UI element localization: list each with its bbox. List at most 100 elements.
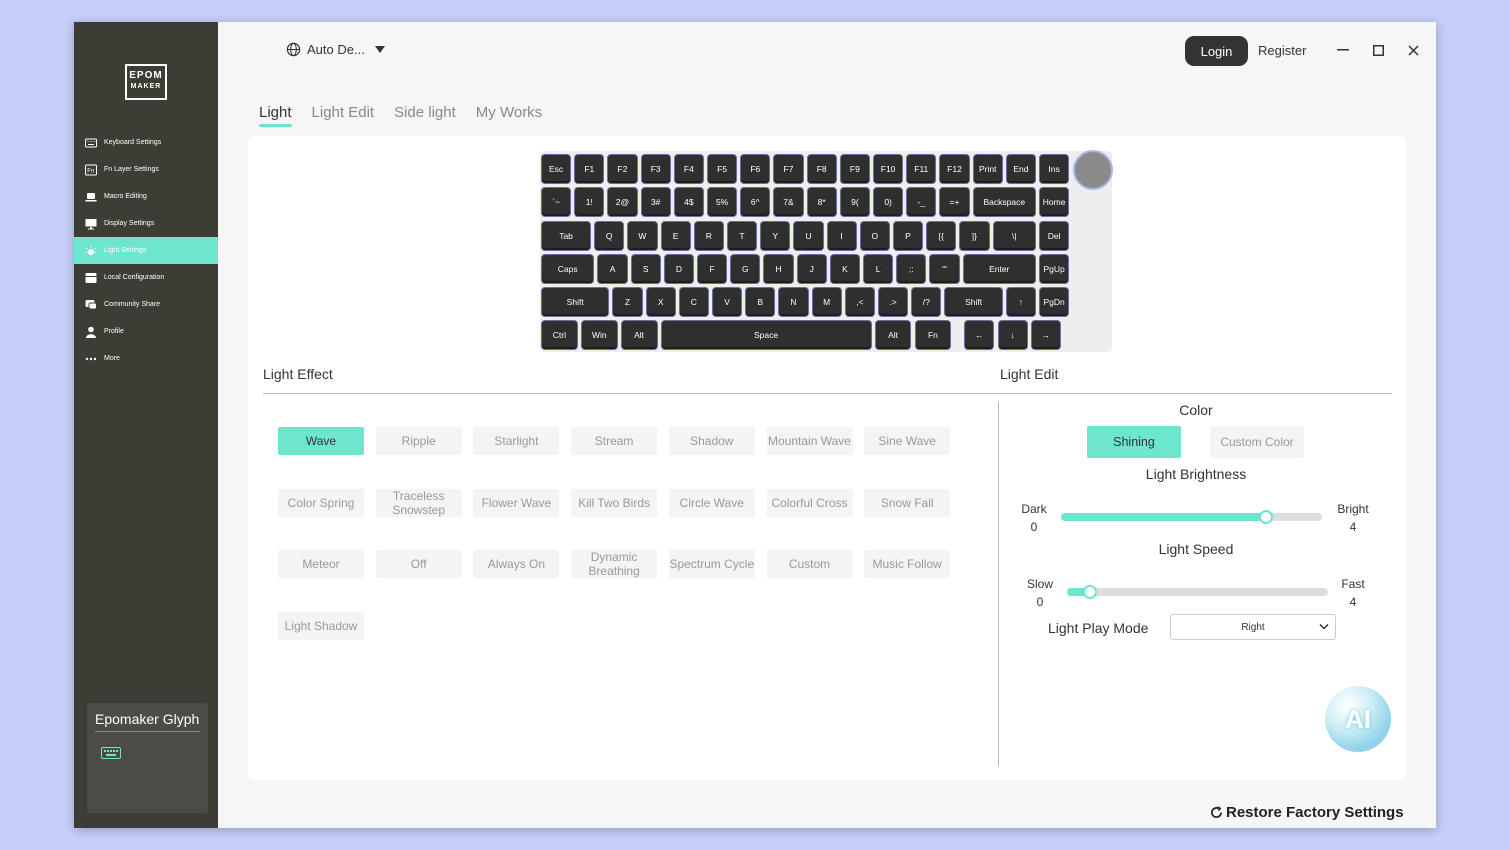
- sidebar-item-more[interactable]: More: [74, 345, 218, 372]
- key-e[interactable]: E: [660, 221, 691, 251]
- tab-my-works[interactable]: My Works: [476, 104, 542, 125]
- key-symbol[interactable]: ↑: [1005, 287, 1036, 317]
- sidebar-item-fn-layer-settings[interactable]: Fn Fn Layer Settings: [74, 156, 218, 183]
- key-n[interactable]: N: [778, 287, 809, 317]
- key-esc[interactable]: Esc: [541, 154, 572, 184]
- key-c[interactable]: C: [678, 287, 709, 317]
- play-mode-select[interactable]: Right: [1170, 614, 1336, 640]
- key-b[interactable]: B: [745, 287, 776, 317]
- key-symbol[interactable]: .>: [877, 287, 909, 317]
- key-d[interactable]: D: [663, 254, 695, 284]
- key-0[interactable]: 0): [873, 187, 904, 217]
- key-symbol[interactable]: /?: [911, 287, 942, 317]
- key-pgup[interactable]: PgUp: [1039, 254, 1070, 284]
- key-backspace[interactable]: Backspace: [972, 187, 1036, 217]
- key-f10[interactable]: F10: [873, 154, 904, 184]
- key-shift[interactable]: Shift: [541, 287, 610, 317]
- key-pgdn[interactable]: PgDn: [1039, 287, 1070, 317]
- speed-slider[interactable]: [1067, 585, 1328, 599]
- key-s[interactable]: S: [630, 254, 661, 284]
- key-f2[interactable]: F2: [607, 154, 638, 184]
- key-symbol[interactable]: →: [1030, 320, 1061, 350]
- key-win[interactable]: Win: [580, 320, 618, 350]
- sidebar-item-display-settings[interactable]: Display Settings: [74, 210, 218, 237]
- key-f1[interactable]: F1: [574, 154, 605, 184]
- key-p[interactable]: P: [892, 221, 924, 251]
- key-symbol[interactable]: ,<: [844, 287, 875, 317]
- key-i[interactable]: I: [826, 221, 857, 251]
- effect-stream[interactable]: Stream: [571, 427, 658, 455]
- tab-light[interactable]: Light: [259, 104, 292, 127]
- key-l[interactable]: L: [863, 254, 894, 284]
- minimize-button[interactable]: [1335, 38, 1351, 62]
- key-f7[interactable]: F7: [773, 154, 804, 184]
- key-x[interactable]: X: [645, 287, 676, 317]
- key-symbol[interactable]: ↓: [997, 320, 1028, 350]
- effect-sine-wave[interactable]: Sine Wave: [864, 427, 951, 455]
- close-button[interactable]: [1405, 38, 1421, 62]
- key-f5[interactable]: F5: [707, 154, 738, 184]
- key-symbol[interactable]: \|: [992, 221, 1036, 251]
- login-button[interactable]: Login: [1185, 36, 1248, 66]
- sidebar-item-community-share[interactable]: Community Share: [74, 291, 218, 318]
- effect-snow-fall[interactable]: Snow Fall: [864, 488, 951, 517]
- key-del[interactable]: Del: [1039, 221, 1070, 251]
- key-alt[interactable]: Alt: [620, 320, 658, 350]
- key-ins[interactable]: Ins: [1039, 154, 1070, 184]
- sidebar-item-macro-editing[interactable]: Macro Editing: [74, 183, 218, 210]
- effect-light-shadow[interactable]: Light Shadow: [278, 611, 364, 640]
- key-u[interactable]: U: [793, 221, 824, 251]
- key-home[interactable]: Home: [1039, 187, 1070, 217]
- effect-traceless-snowstep[interactable]: Traceless Snowstep: [375, 488, 462, 517]
- register-link[interactable]: Register: [1258, 43, 1306, 58]
- key-space[interactable]: Space: [660, 320, 872, 350]
- key-symbol[interactable]: =+: [939, 187, 970, 217]
- key-shift[interactable]: Shift: [944, 287, 1003, 317]
- effect-off[interactable]: Off: [375, 550, 462, 578]
- key-o[interactable]: O: [859, 221, 890, 251]
- key-g[interactable]: G: [730, 254, 761, 284]
- key-f12[interactable]: F12: [939, 154, 970, 184]
- tab-light-edit[interactable]: Light Edit: [312, 104, 375, 125]
- effect-meteor[interactable]: Meteor: [278, 550, 364, 578]
- effect-circle-wave[interactable]: Circle Wave: [668, 488, 755, 517]
- key-t[interactable]: T: [726, 221, 758, 251]
- language-selector[interactable]: Auto De...: [286, 42, 391, 57]
- key-5[interactable]: 5%: [707, 187, 738, 217]
- key-w[interactable]: W: [627, 221, 658, 251]
- effect-music-follow[interactable]: Music Follow: [864, 550, 951, 578]
- key-h[interactable]: H: [763, 254, 794, 284]
- ai-assistant-button[interactable]: AI: [1325, 686, 1391, 752]
- effect-flower-wave[interactable]: Flower Wave: [473, 488, 560, 517]
- key-j[interactable]: J: [796, 254, 827, 284]
- key-r[interactable]: R: [693, 221, 724, 251]
- effect-colorful-cross[interactable]: Colorful Cross: [766, 488, 853, 517]
- brightness-slider-thumb[interactable]: [1259, 510, 1274, 524]
- effect-starlight[interactable]: Starlight: [473, 427, 560, 455]
- color-shining-button[interactable]: Shining: [1087, 426, 1181, 458]
- key-a[interactable]: A: [597, 254, 628, 284]
- maximize-button[interactable]: [1370, 38, 1386, 62]
- key-2[interactable]: 2@: [607, 187, 638, 217]
- effect-kill-two-birds[interactable]: Kill Two Birds: [571, 488, 658, 517]
- effect-ripple[interactable]: Ripple: [375, 427, 462, 455]
- sidebar-item-profile[interactable]: Profile: [74, 318, 218, 345]
- device-card[interactable]: Epomaker Glyph: [87, 703, 208, 813]
- rotary-knob[interactable]: [1073, 150, 1113, 190]
- sidebar-item-light-settings[interactable]: Light Settings: [74, 237, 218, 264]
- key-symbol[interactable]: ←: [964, 320, 995, 350]
- effect-custom[interactable]: Custom: [766, 550, 853, 578]
- key-7[interactable]: 7&: [773, 187, 804, 217]
- key-f[interactable]: F: [697, 254, 728, 284]
- key-enter[interactable]: Enter: [962, 254, 1036, 284]
- key-v[interactable]: V: [711, 287, 743, 317]
- restore-factory-settings-button[interactable]: Restore Factory Settings: [1210, 804, 1404, 821]
- tab-side-light[interactable]: Side light: [394, 104, 456, 125]
- key-f4[interactable]: F4: [673, 154, 704, 184]
- key-print[interactable]: Print: [972, 154, 1003, 184]
- key-symbol[interactable]: [{: [926, 221, 957, 251]
- key-q[interactable]: Q: [594, 221, 625, 251]
- key-ctrl[interactable]: Ctrl: [541, 320, 578, 350]
- color-custom-button[interactable]: Custom Color: [1210, 426, 1304, 458]
- key-4[interactable]: 4$: [673, 187, 704, 217]
